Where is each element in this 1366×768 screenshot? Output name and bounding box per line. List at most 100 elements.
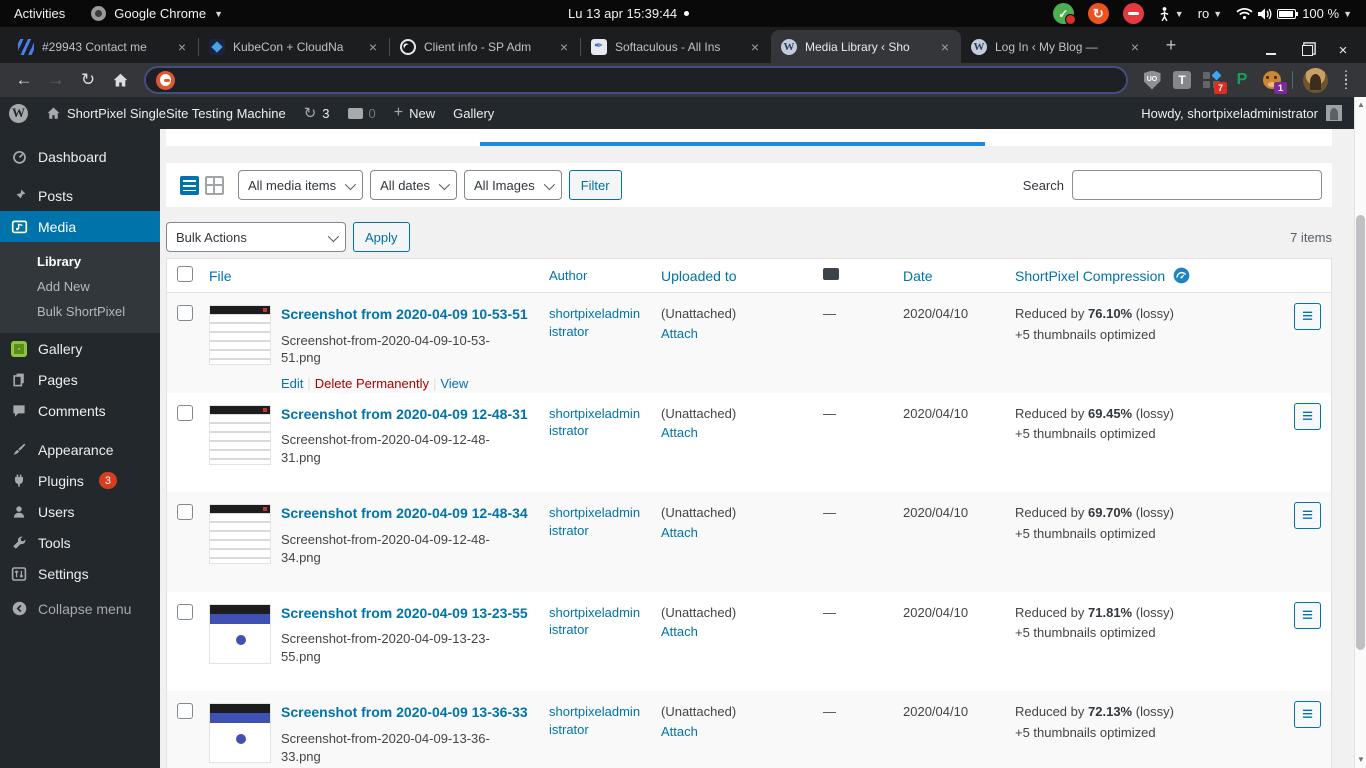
row-checkbox[interactable] bbox=[177, 504, 193, 521]
submenu-item-bulk-shortpixel[interactable]: Bulk ShortPixel bbox=[0, 299, 160, 324]
bulk-actions-select[interactable]: Bulk Actions bbox=[166, 222, 346, 252]
shortpixel-compression-header[interactable]: ShortPixel Compression bbox=[1015, 268, 1165, 284]
back-button[interactable]: ← bbox=[11, 67, 37, 93]
tab-close-icon[interactable]: × bbox=[937, 39, 953, 55]
media-title-link[interactable]: Screenshot from 2020-04-09 12-48-31 bbox=[281, 405, 529, 424]
media-thumbnail[interactable] bbox=[209, 404, 271, 465]
scroll-up-arrow-icon[interactable]: ▲ bbox=[1355, 99, 1366, 111]
profile-avatar[interactable] bbox=[1303, 67, 1328, 93]
window-minimize-button[interactable] bbox=[1264, 43, 1278, 57]
grid-view-button[interactable] bbox=[205, 175, 224, 195]
ublock-extension-button[interactable]: UO bbox=[1142, 70, 1162, 90]
tampermonkey-extension-button[interactable]: T bbox=[1172, 70, 1192, 90]
tab-close-icon[interactable]: × bbox=[747, 39, 763, 55]
accessibility-menu[interactable]: ▼ bbox=[1158, 6, 1184, 22]
sort-author-header[interactable]: Author bbox=[549, 268, 641, 283]
sidebar-item-settings[interactable]: Settings bbox=[0, 558, 160, 589]
scroll-down-arrow-icon[interactable]: ▼ bbox=[1355, 754, 1366, 766]
tab-softaculous[interactable]: Softaculous - All Ins × bbox=[581, 30, 771, 63]
comments-header-icon[interactable] bbox=[823, 268, 839, 280]
home-button[interactable] bbox=[107, 67, 133, 93]
sidebar-item-plugins[interactable]: Plugins 3 bbox=[0, 465, 160, 496]
row-checkbox[interactable] bbox=[177, 305, 193, 321]
tab-media-library[interactable]: W Media Library ‹ Sho × bbox=[771, 30, 961, 63]
row-checkbox[interactable] bbox=[177, 603, 193, 620]
comments-menu[interactable]: 0 bbox=[339, 97, 385, 129]
attach-link[interactable]: Attach bbox=[661, 325, 803, 343]
author-link[interactable]: shortpixeladministrator bbox=[549, 604, 641, 639]
search-input[interactable] bbox=[1072, 170, 1322, 200]
clock[interactable]: Lu 13 apr 15:39:44 bbox=[568, 0, 690, 27]
browser-menu-button[interactable]: ⋮ ⋮ ⋮ bbox=[1338, 69, 1354, 90]
my-account-menu[interactable]: Howdy, shortpixeladministrator bbox=[1141, 105, 1354, 121]
edit-link[interactable]: Edit bbox=[281, 376, 303, 391]
collapse-menu-button[interactable]: Collapse menu bbox=[0, 593, 160, 624]
submenu-item-library[interactable]: Library bbox=[0, 249, 160, 274]
media-title-link[interactable]: Screenshot from 2020-04-09 13-36-33 bbox=[281, 703, 529, 722]
tab-kubecon[interactable]: KubeCon + CloudNa × bbox=[199, 30, 389, 63]
page-scrollbar[interactable]: ▲ ▼ bbox=[1354, 97, 1366, 768]
window-restore-button[interactable] bbox=[1300, 43, 1314, 57]
app-menu[interactable]: Google Chrome ▼ bbox=[91, 6, 223, 21]
row-checkbox[interactable] bbox=[177, 404, 193, 421]
attach-link[interactable]: Attach bbox=[661, 524, 803, 542]
gallery-menu[interactable]: Gallery bbox=[444, 97, 503, 129]
squares-extension-button[interactable]: 7 bbox=[1202, 70, 1227, 94]
updater-tray-icon[interactable]: ↻ bbox=[1087, 3, 1109, 24]
uploaded-to-header[interactable]: Uploaded to bbox=[661, 268, 737, 284]
sidebar-item-pages[interactable]: Pages bbox=[0, 364, 160, 395]
apply-button[interactable]: Apply bbox=[353, 222, 410, 252]
media-thumbnail[interactable] bbox=[209, 603, 271, 664]
tab-contact[interactable]: #29943 Contact me × bbox=[8, 30, 198, 63]
tab-close-icon[interactable]: × bbox=[556, 39, 572, 55]
shortpixel-actions-button[interactable]: ≡ bbox=[1294, 303, 1321, 330]
wp-logo-menu[interactable]: W bbox=[0, 97, 37, 129]
author-link[interactable]: shortpixeladministrator bbox=[549, 405, 641, 440]
author-link[interactable]: shortpixeladministrator bbox=[549, 703, 641, 738]
author-link[interactable]: shortpixeladministrator bbox=[549, 305, 641, 340]
sidebar-item-media[interactable]: Media bbox=[0, 211, 160, 242]
filter-button[interactable]: Filter bbox=[568, 170, 622, 200]
do-not-disturb-tray-icon[interactable] bbox=[1122, 3, 1144, 24]
media-thumbnail[interactable] bbox=[209, 703, 271, 764]
address-bar[interactable] bbox=[144, 66, 1128, 94]
sidebar-item-posts[interactable]: Posts bbox=[0, 180, 160, 211]
sidebar-item-appearance[interactable]: Appearance bbox=[0, 434, 160, 465]
sort-date-header[interactable]: Date bbox=[903, 268, 933, 284]
activities-button[interactable]: Activities bbox=[14, 6, 65, 21]
media-type-filter-select[interactable]: All media items bbox=[238, 170, 364, 200]
site-name-menu[interactable]: ShortPixel SingleSite Testing Machine bbox=[37, 97, 295, 129]
image-filter-select[interactable]: All Images bbox=[464, 170, 562, 200]
shortpixel-actions-button[interactable]: ≡ bbox=[1294, 502, 1321, 530]
tab-log-in[interactable]: W Log In ‹ My Blog — × bbox=[961, 30, 1151, 63]
p-extension-button[interactable]: P bbox=[1232, 70, 1252, 90]
shortpixel-actions-button[interactable]: ≡ bbox=[1294, 701, 1321, 729]
updates-menu[interactable]: ↻ 3 bbox=[295, 97, 339, 129]
shortpixel-actions-button[interactable]: ≡ bbox=[1294, 402, 1321, 430]
sidebar-item-dashboard[interactable]: Dashboard bbox=[0, 141, 160, 172]
media-title-link[interactable]: Screenshot from 2020-04-09 10-53-51 bbox=[281, 305, 529, 324]
system-status-menu[interactable]: 100 % ▼ bbox=[1236, 6, 1352, 21]
list-view-button[interactable] bbox=[180, 175, 199, 195]
sidebar-item-comments[interactable]: Comments bbox=[0, 395, 160, 426]
window-close-button[interactable]: × bbox=[1336, 42, 1350, 59]
row-checkbox[interactable] bbox=[177, 703, 193, 720]
sidebar-item-gallery[interactable]: Gallery bbox=[0, 333, 160, 364]
new-content-menu[interactable]: + New bbox=[385, 97, 444, 129]
new-tab-button[interactable]: + bbox=[1157, 31, 1185, 59]
shortpixel-actions-button[interactable]: ≡ bbox=[1294, 601, 1321, 629]
tab-close-icon[interactable]: × bbox=[1127, 39, 1143, 55]
view-link[interactable]: View bbox=[440, 376, 468, 391]
attach-link[interactable]: Attach bbox=[661, 424, 803, 442]
sort-file-header[interactable]: File bbox=[209, 268, 232, 284]
tab-close-icon[interactable]: × bbox=[365, 39, 381, 55]
attach-link[interactable]: Attach bbox=[661, 723, 803, 741]
date-filter-select[interactable]: All dates bbox=[370, 170, 458, 200]
select-all-checkbox[interactable] bbox=[177, 266, 193, 282]
media-title-link[interactable]: Screenshot from 2020-04-09 12-48-34 bbox=[281, 504, 529, 523]
monkey-extension-button[interactable]: 1 bbox=[1262, 70, 1287, 94]
delete-permanently-link[interactable]: Delete Permanently bbox=[315, 376, 429, 391]
status-ok-tray-icon[interactable]: ✓ bbox=[1052, 3, 1076, 25]
submenu-item-add-new[interactable]: Add New bbox=[0, 274, 160, 299]
author-link[interactable]: shortpixeladministrator bbox=[549, 504, 641, 539]
